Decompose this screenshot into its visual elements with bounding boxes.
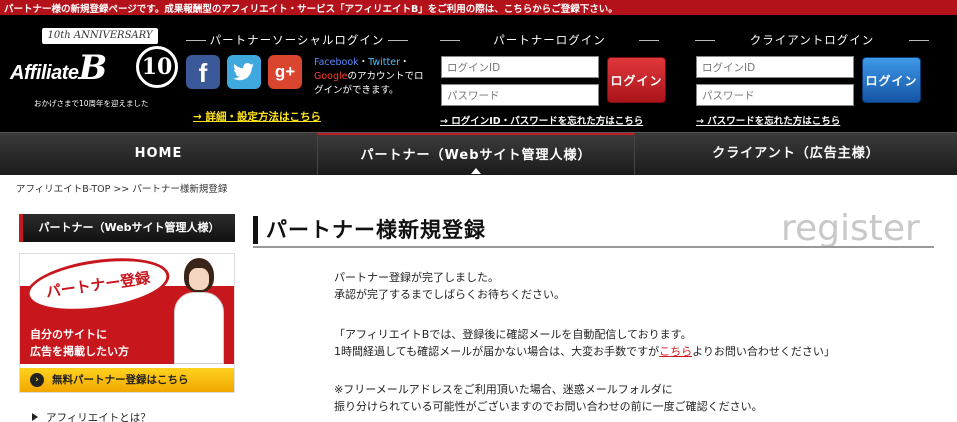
page-title: パートナー様新規登録 [266,218,486,242]
announcement-text: パートナー様の新規登録ページです。成果報酬型のアフィリエイト・サービス「アフィリ… [4,4,618,15]
title-underline [253,246,934,248]
chevron-right-icon: › [30,373,44,387]
partner-login-title: パートナーログイン [440,32,659,48]
page-title-english: register [781,208,920,249]
client-login-title: クライアントログイン [695,32,929,48]
separator: ・ [400,57,410,68]
client-forgot-link[interactable]: → パスワードを忘れた方はこちら [696,113,840,127]
completion-line-1: パートナー登録が完了しました。 [334,271,499,284]
banner-person-illustration [168,258,228,364]
mail-note-text-end: よりお問い合わせください」 [692,345,835,358]
client-login-id-field[interactable]: ログインID [696,56,854,78]
twitter-label: Twitter [368,57,400,68]
brand-wordmark: AffiliateB [10,48,107,88]
brand-letter: B [78,48,107,88]
separator: ・ [358,57,369,68]
partner-forgot-link[interactable]: → ログインID・パスワードを忘れた方はこちら [440,113,643,127]
facebook-icon[interactable]: f [186,55,220,89]
main-nav: HOME パートナー（Webサイト管理人様） クライアント（広告主様） [0,132,957,175]
announcement-bar: パートナー様の新規登録ページです。成果報酬型のアフィリエイト・サービス「アフィリ… [0,0,957,15]
social-login-description: Facebook・Twitter・Googleのアカウントでログインができます。 [314,56,430,98]
banner-line-1: 自分のサイトに [30,328,107,341]
social-settings-link[interactable]: → 詳細・設定方法はこちら [193,109,321,124]
google-plus-icon[interactable]: g+ [268,55,302,89]
mail-note-line-2: 1時間経過しても確認メールが届かない場合は、大変お手数ですがこちらよりお問い合わ… [334,343,835,360]
nav-partner[interactable]: パートナー（Webサイト管理人様） [318,133,635,175]
social-login-title: パートナーソーシャルログイン [186,32,408,48]
partner-signup-banner[interactable]: パートナー登録 自分のサイトに 広告を掲載したい方 › 無料パートナー登録はこち… [19,253,235,393]
breadcrumb[interactable]: アフィリエイトB-TOP >> パートナー様新規登録 [16,181,227,195]
google-label: Google [314,71,348,82]
logo-tagline: おかげさまで10周年を迎えました [34,99,149,108]
completion-line-2: 承認が完了するまでしばらくお待ちください。 [334,288,565,301]
free-mail-note: ※フリーメールアドレスをご利用頂いた場合、迷惑メールフォルダに 振り分けられてい… [334,381,763,415]
partner-login-button[interactable]: ログイン [607,57,666,103]
free-mail-line-1: ※フリーメールアドレスをご利用頂いた場合、迷惑メールフォルダに [334,383,673,396]
free-mail-line-2: 振り分けられている可能性がございますのでお問い合わせの前に一度ご確認ください。 [334,400,763,413]
title-accent-bar [253,216,258,244]
sidebar-heading: パートナー（Webサイト管理人様） [19,214,235,242]
sidebar-link-what-is-affiliate[interactable]: アフィリエイトとは？ [32,410,151,422]
banner-cta-label: 無料パートナー登録はこちら [52,374,189,386]
partner-login-id-field[interactable]: ログインID [441,56,599,78]
bullet-arrow-icon [32,413,38,421]
partner-password-field[interactable]: パスワード [441,84,599,106]
nav-client[interactable]: クライアント（広告主様） [635,133,957,175]
contact-link[interactable]: こちら [659,345,692,358]
site-logo[interactable]: 10th ANNIVERSARY AffiliateB 10 おかげさまで10周… [8,28,183,110]
confirmation-mail-note: 「アフィリエイトBでは、登録後に確認メールを自動配信しております。 1時間経過し… [334,326,835,360]
anniversary-ribbon: 10th ANNIVERSARY [42,28,158,44]
facebook-label: Facebook [314,57,359,68]
banner-line-2: 広告を掲載したい方 [30,345,129,358]
nav-home[interactable]: HOME [0,133,318,175]
mail-note-line-1: 「アフィリエイトBでは、登録後に確認メールを自動配信しております。 [334,328,692,341]
ten-years-badge: 10 [136,46,178,88]
banner-cta-button[interactable]: › 無料パートナー登録はこちら [20,368,234,392]
sidebar-link-label: アフィリエイトとは？ [46,412,151,422]
active-caret-icon [471,168,481,174]
nav-partner-label: パートナー（Webサイト管理人様） [360,148,592,163]
client-password-field[interactable]: パスワード [696,84,854,106]
mail-note-text: 1時間経過しても確認メールが届かない場合は、大変お手数ですが [334,345,660,358]
brand-prefix: Affiliate [10,62,79,84]
twitter-icon[interactable] [227,55,261,89]
client-login-button[interactable]: ログイン [862,57,921,103]
completion-message: パートナー登録が完了しました。 承認が完了するまでしばらくお待ちください。 [334,269,565,303]
